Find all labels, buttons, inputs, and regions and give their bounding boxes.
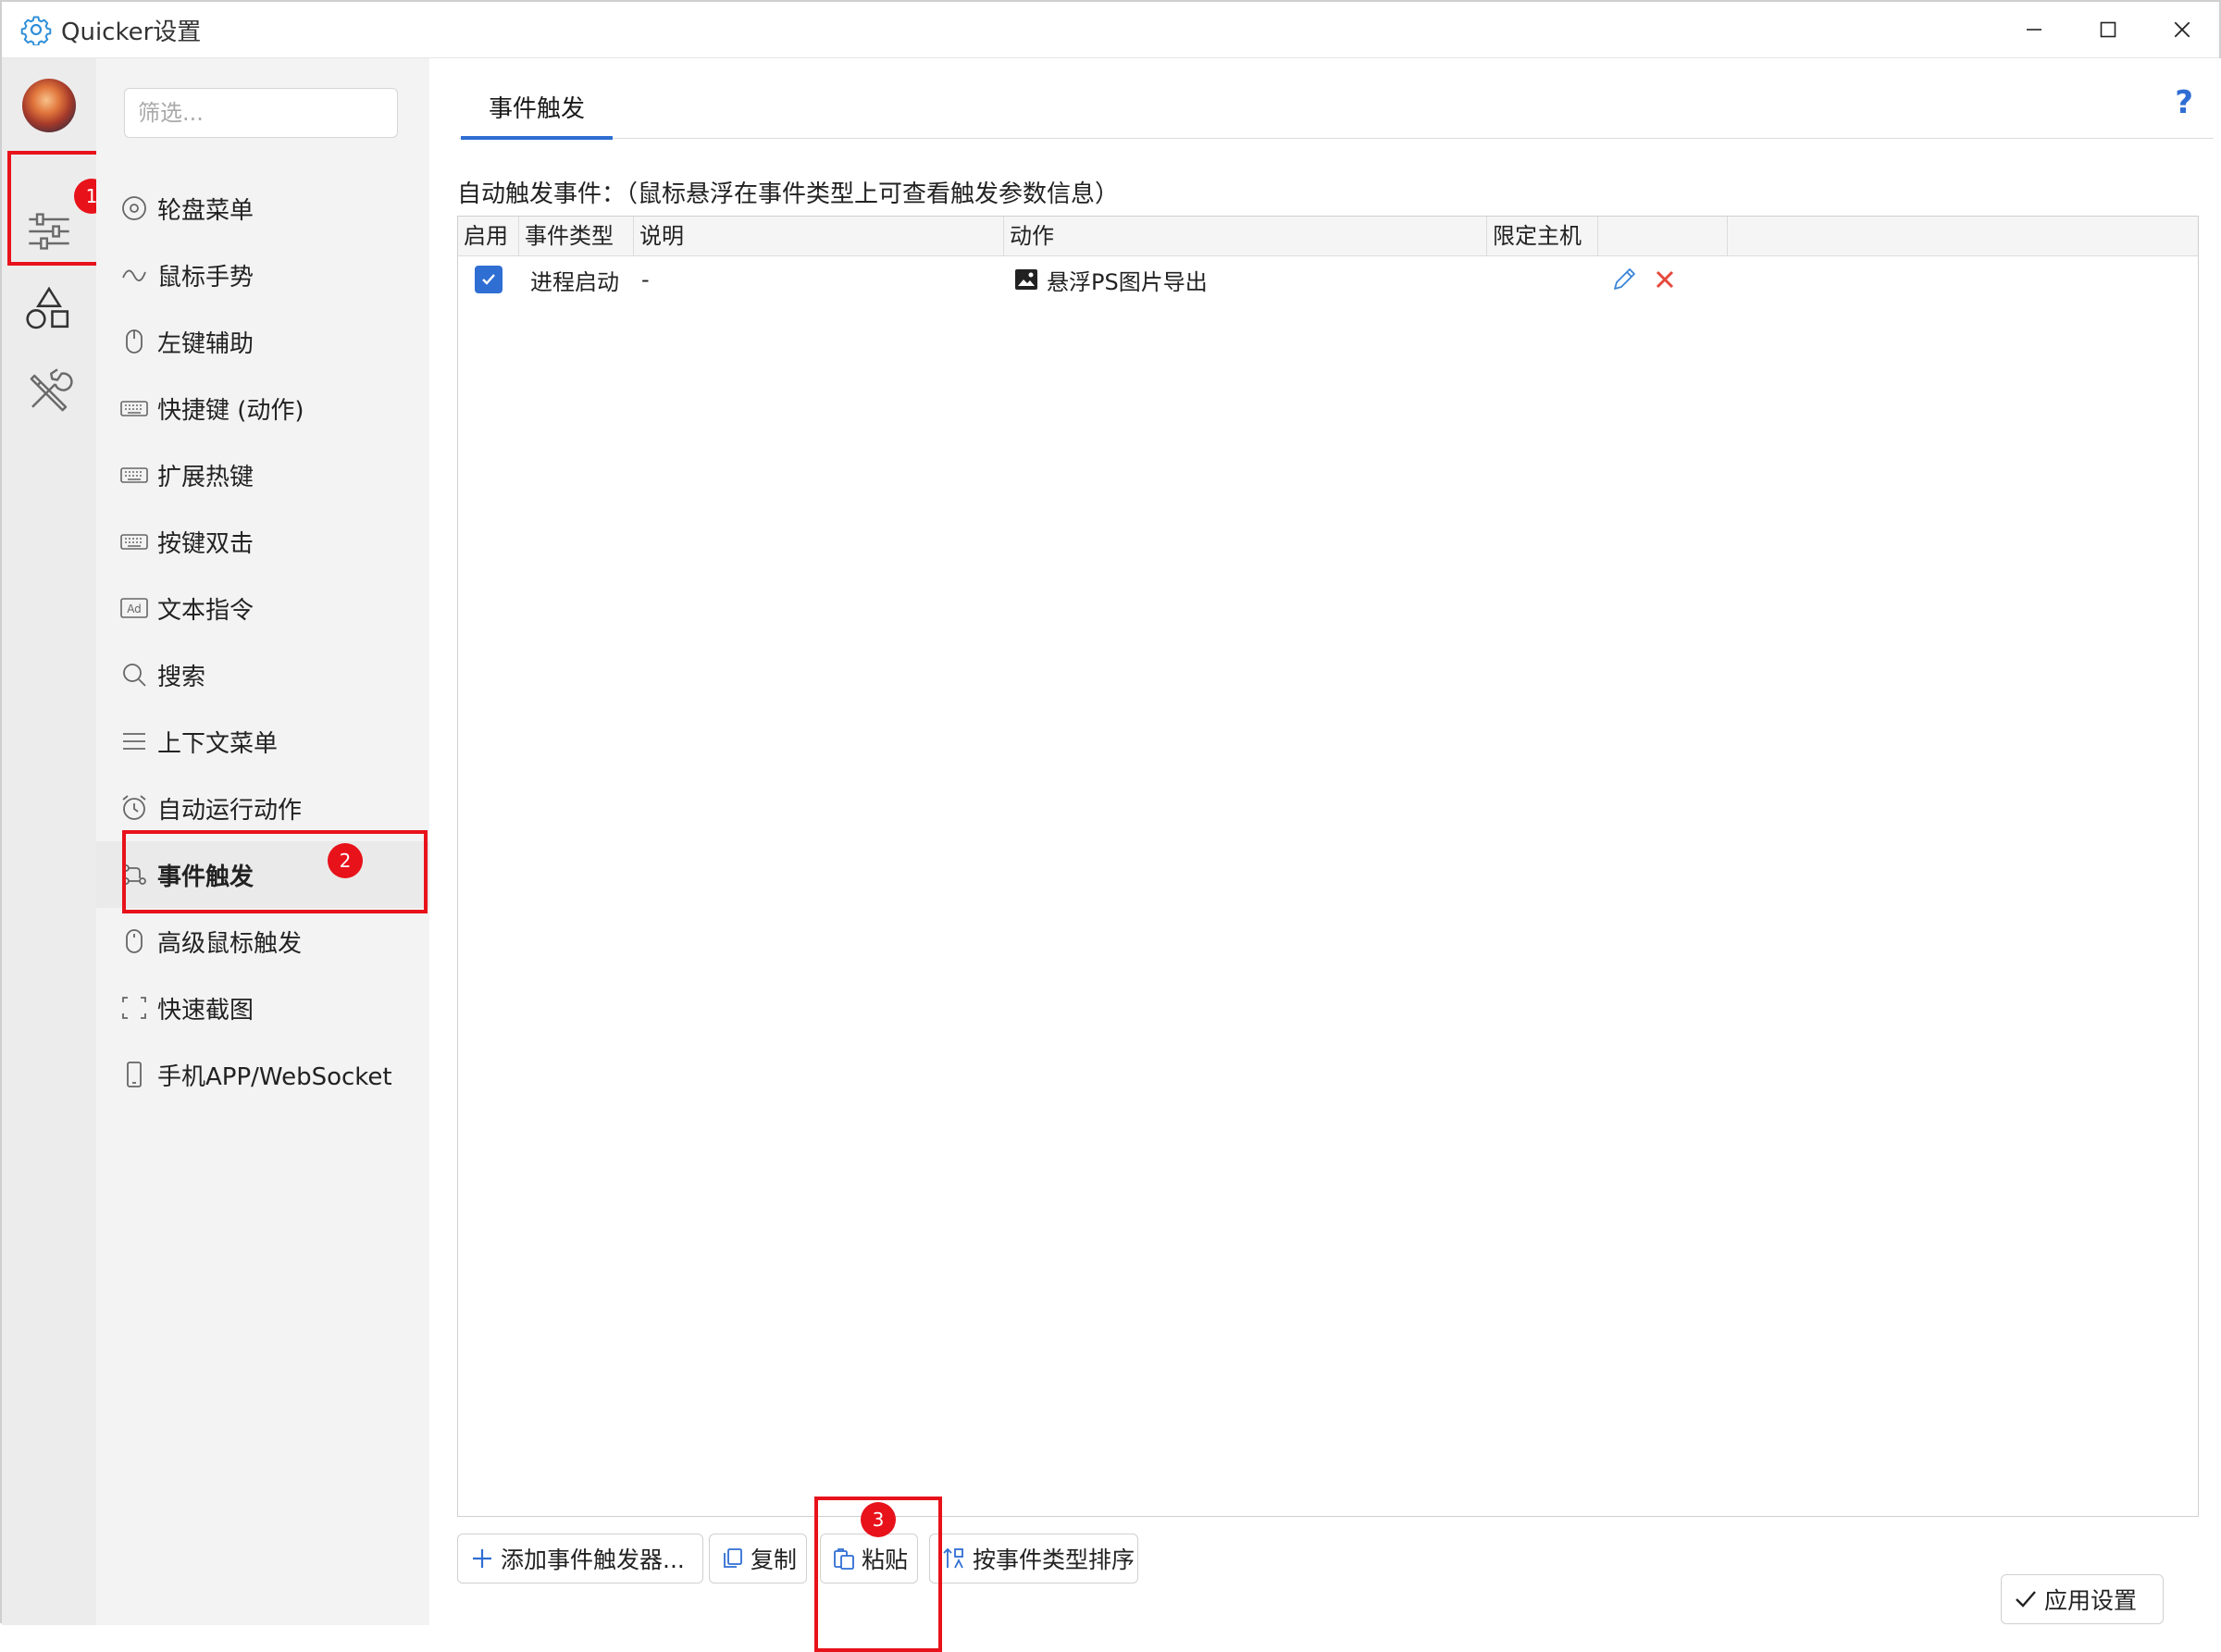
pencil-icon [1614,268,1635,290]
image-icon [1015,269,1037,290]
nav-item-label: 鼠标手势 [157,263,254,292]
nav-item-label: 快速截图 [157,996,254,1025]
mouse-icon [126,329,143,354]
nav-item-label: 左键辅助 [157,329,254,358]
add-event-trigger-button[interactable]: 添加事件触发器... [457,1534,703,1584]
keyboard-icon [120,467,148,483]
delete-icon [1656,270,1674,289]
ad-icon: Ad [120,598,148,618]
sort-label: 按事件类型排序 [973,1546,1135,1573]
nav-item-left-click-assist[interactable]: 左键辅助 [96,308,429,375]
column-header-operations [1598,217,1728,255]
annotation-badge-3: 3 [861,1502,896,1537]
wheel-icon [122,196,146,220]
help-button[interactable]: ? [2175,84,2193,121]
nav-item-label: 自动运行动作 [157,796,303,825]
action-cell[interactable]: 悬浮PS图片导出 [1013,255,1208,304]
tools-icon [30,368,73,412]
nav-item-label: 文本指令 [157,596,254,625]
main-panel: 事件触发 ? 自动触发事件：（鼠标悬浮在事件类型上可查看触发参数信息） 启用 事… [429,58,2221,1652]
action-name: 悬浮PS图片导出 [1047,268,1208,295]
nav-item-extended-hotkey[interactable]: 扩展热键 [96,441,429,508]
keyboard-icon [120,401,148,416]
shapes-icon [26,286,69,329]
nav-item-text-command[interactable]: Ad 文本指令 [96,575,429,641]
close-button[interactable] [2145,2,2219,57]
screenshot-icon [122,997,146,1019]
mouse-icon [126,929,143,953]
apply-settings-label: 应用设置 [2044,1587,2138,1614]
svg-text:Ad: Ad [127,602,142,615]
maximize-button[interactable] [2071,2,2145,57]
nav-item-mobile-websocket[interactable]: 手机APP/WebSocket [96,1041,429,1108]
column-header-event-type[interactable]: 事件类型 [519,217,634,255]
tab-event-trigger[interactable]: 事件触发 [461,77,613,140]
maximize-icon [2100,21,2116,38]
nav-item-label: 快捷键 (动作) [157,396,304,425]
search-icon [123,664,146,687]
check-icon [482,274,495,285]
rail-tools[interactable] [15,358,83,427]
apply-settings-button[interactable]: 应用设置 [2001,1574,2164,1624]
minimize-icon [2027,29,2041,31]
minimize-button[interactable] [1997,2,2071,57]
alarm-icon [122,795,146,820]
checkmark-icon [2016,1591,2036,1608]
section-label: 自动触发事件：（鼠标悬浮在事件类型上可查看触发参数信息） [457,180,1120,208]
filter-input[interactable] [124,88,398,138]
rail-triggers[interactable] [15,274,83,342]
icon-rail: 1 [2,58,133,1625]
description-cell: - [641,267,650,292]
nav-item-label: 按键双击 [157,529,254,558]
enabled-checkbox[interactable] [475,266,503,293]
event-trigger-table: 启用 事件类型 说明 动作 限定主机 进程启动 - 悬浮PS图片导出 [457,216,2199,1517]
column-header-action[interactable]: 动作 [1004,217,1487,255]
table-header: 启用 事件类型 说明 动作 限定主机 [458,217,2198,256]
copy-label: 复制 [751,1546,798,1573]
phone-icon [127,1062,142,1087]
annotation-box-2 [122,830,428,913]
nav-item-label: 轮盘菜单 [157,196,254,225]
enabled-cell [475,255,503,304]
nav-item-context-menu[interactable]: 上下文菜单 [96,708,429,775]
nav-item-wheel-menu[interactable]: 轮盘菜单 [96,175,429,242]
avatar[interactable] [22,79,76,132]
title-bar: Quicker设置 [2,2,2219,58]
add-event-trigger-label: 添加事件触发器... [501,1546,685,1573]
nav-item-label: 高级鼠标触发 [157,929,303,958]
nav-item-advanced-mouse-trigger[interactable]: 高级鼠标触发 [96,908,429,975]
window-title: Quicker设置 [61,18,202,46]
nav-item-search[interactable]: 搜索 [96,641,429,708]
delete-button[interactable] [1652,255,1678,304]
plus-icon [473,1549,491,1568]
settings-window: Quicker设置 1 筛选... 轮盘菜单 鼠标手势 左键辅助 快捷键 (动作… [0,0,2221,1652]
event-type-cell: 进程启动 [530,268,619,295]
tab-bar: 事件触发 [459,77,2214,140]
gesture-icon [122,269,146,281]
nav-item-label: 扩展热键 [157,463,254,491]
column-header-description[interactable]: 说明 [634,217,1004,255]
nav-item-hotkey-action[interactable]: 快捷键 (动作) [96,375,429,441]
nav-item-label: 上下文菜单 [157,729,279,758]
nav-item-mouse-gesture[interactable]: 鼠标手势 [96,242,429,308]
sort-by-event-type-button[interactable]: 按事件类型排序 [929,1534,1138,1584]
table-row[interactable]: 进程启动 - 悬浮PS图片导出 [458,255,2198,304]
keyboard-icon [120,534,148,550]
annotation-badge-2: 2 [328,843,363,878]
nav-item-label: 搜索 [157,663,206,691]
nav-item-quick-screenshot[interactable]: 快速截图 [96,975,429,1041]
gear-icon [20,16,52,45]
menu-icon [123,733,145,750]
column-header-enabled[interactable]: 启用 [458,217,519,255]
close-icon [2174,21,2190,38]
nav-item-label: 手机APP/WebSocket [157,1062,392,1091]
nav-item-key-double-press[interactable]: 按键双击 [96,508,429,575]
sort-icon [943,1547,963,1569]
column-header-host[interactable]: 限定主机 [1487,217,1598,255]
edit-button[interactable] [1609,255,1639,304]
copy-icon [724,1548,742,1568]
nav-panel: 轮盘菜单 鼠标手势 左键辅助 快捷键 (动作) 扩展热键 按键双击 [96,58,429,1625]
copy-button[interactable]: 复制 [709,1534,807,1584]
